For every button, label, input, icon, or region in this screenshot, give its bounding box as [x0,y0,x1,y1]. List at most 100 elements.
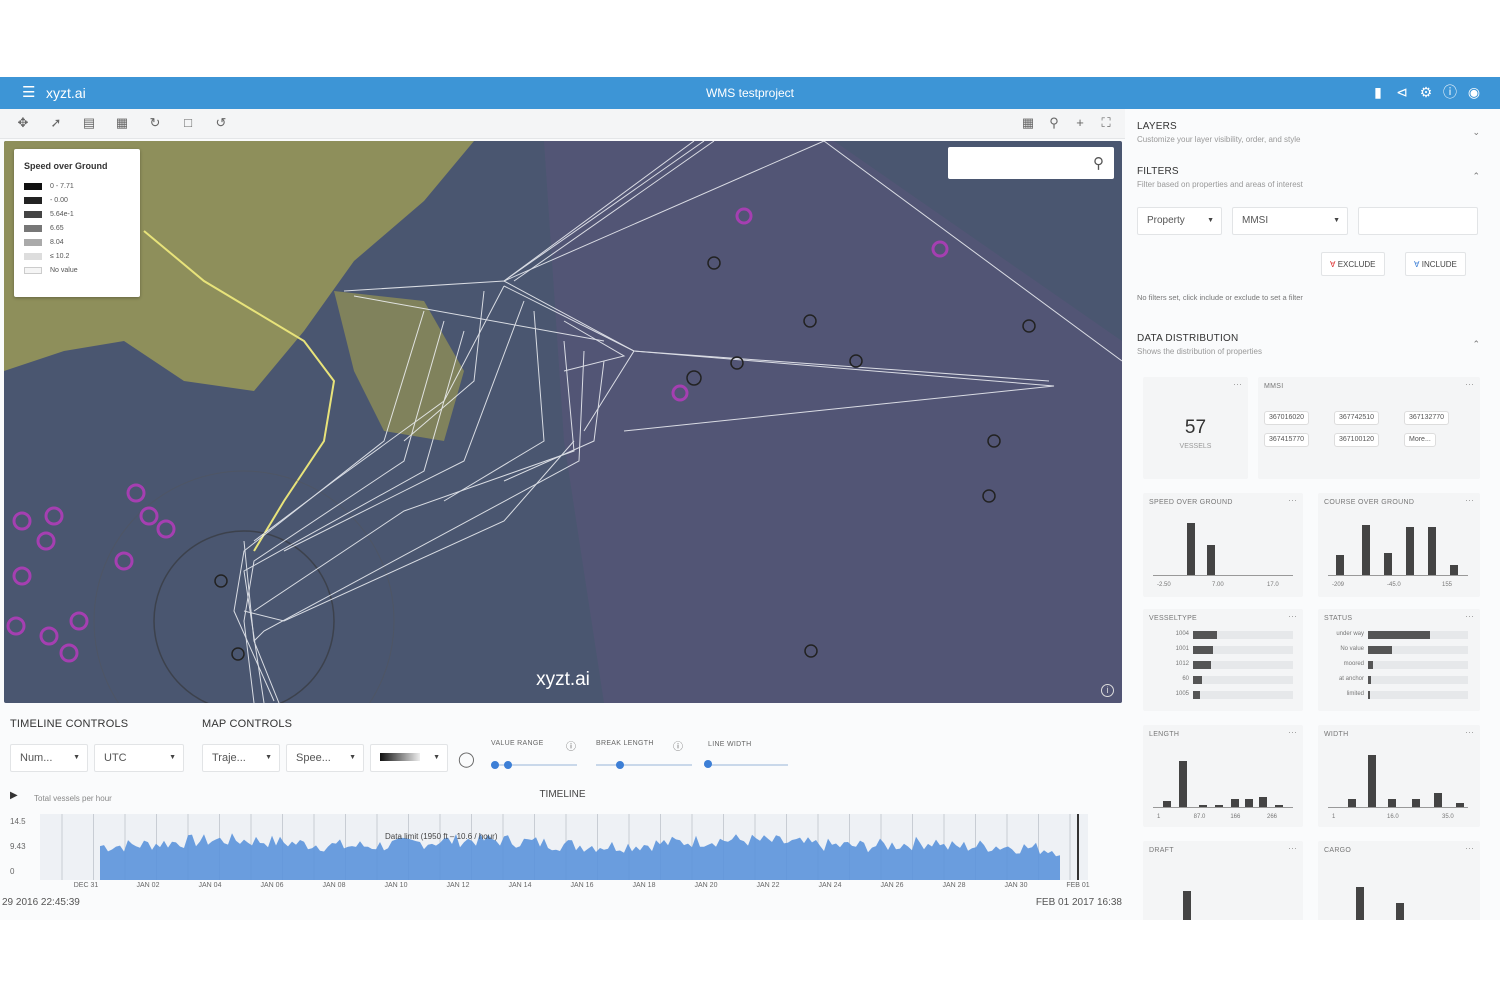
layers-section-header[interactable]: LAYERS Customize your layer visibility, … [1137,121,1300,144]
mmsi-chip[interactable]: 367415770 [1264,433,1310,447]
histogram-bar[interactable] [1231,799,1239,807]
edit-area-icon[interactable]: ▦ [113,115,131,131]
value-range-max-handle[interactable] [504,761,513,769]
histogram-bar[interactable] [1183,891,1191,920]
layers-grid-icon[interactable]: ▦ [1019,115,1037,131]
filters-section-header[interactable]: FILTERS Filter based on properties and a… [1137,166,1303,189]
timeline-x-tick: JAN 28 [942,882,966,889]
metric-select[interactable]: Num... ▼ [10,744,88,772]
more-options-icon[interactable]: ··· [1465,611,1474,621]
bar-track[interactable] [1368,631,1468,639]
search-icon[interactable]: ⚲ [1093,154,1104,172]
refresh-icon[interactable]: ↻ [146,115,164,131]
chevron-up-icon[interactable]: ⌃ [1472,339,1480,350]
bar-track[interactable] [1193,646,1293,654]
more-chip[interactable]: More... [1404,433,1436,447]
histogram-bar[interactable] [1187,523,1195,575]
share-icon[interactable]: ⊲ [1394,83,1410,101]
field-select[interactable]: MMSI ▼ [1232,207,1348,235]
fullscreen-icon[interactable]: ⛶ [1097,115,1115,131]
bookmark-icon[interactable]: ▮ [1370,83,1386,101]
line-width-handle[interactable] [704,760,713,768]
mmsi-chip[interactable]: 367742510 [1334,411,1380,425]
bar-track[interactable] [1368,676,1468,684]
histogram-bar[interactable] [1179,761,1187,807]
timezone-select[interactable]: UTC ▼ [94,744,184,772]
bar-track[interactable] [1193,631,1293,639]
map-view[interactable]: Speed over Ground 0 - 7.71 - 0.00 5.64e-1 6… [4,141,1122,703]
reset-icon[interactable]: ↺ [212,115,230,131]
histogram-bar[interactable] [1428,527,1436,575]
select-icon[interactable]: ➚ [47,115,65,131]
timeline-x-tick: JAN 06 [260,882,284,889]
zoom-icon[interactable]: ⚲ [1045,115,1063,131]
crop-icon[interactable]: □ [179,115,197,131]
histogram-bar[interactable] [1412,799,1420,807]
bar-fill [1193,646,1213,654]
account-icon[interactable]: ◉ [1466,83,1482,101]
info-icon[interactable]: i [1101,684,1114,697]
break-length-info-icon[interactable]: ⓘ [673,738,683,753]
more-options-icon[interactable]: ··· [1465,727,1474,737]
pan-icon[interactable]: ✥ [14,115,32,131]
map-search-input[interactable]: ⚲ [948,147,1114,179]
value-range-min-handle[interactable] [491,761,500,769]
histogram-bar[interactable] [1245,799,1253,807]
more-options-icon[interactable]: ··· [1288,495,1297,505]
brand-name[interactable]: xyzt.ai [46,85,86,101]
chevron-down-icon[interactable]: ⌄ [1472,127,1480,138]
mmsi-chip[interactable]: 367132770 [1404,411,1450,425]
more-options-icon[interactable]: ··· [1465,843,1474,853]
histogram-axis [1328,575,1468,576]
bar-track[interactable] [1368,661,1468,669]
more-options-icon[interactable]: ··· [1288,727,1297,737]
bar-track[interactable] [1193,691,1293,699]
bar-track[interactable] [1193,661,1293,669]
break-length-handle[interactable] [616,761,624,769]
histogram-bar[interactable] [1396,903,1404,920]
bar-label: 1012 [1175,661,1189,667]
timeline-chart[interactable] [40,814,1088,880]
histogram-bar[interactable] [1259,797,1267,807]
hamburger-menu-icon[interactable]: ☰ [22,85,35,101]
settings-gear-icon[interactable]: ⚙ [1418,83,1434,101]
histogram-bar[interactable] [1336,555,1344,575]
mmsi-chip[interactable]: 367100120 [1334,433,1380,447]
histogram-bar[interactable] [1406,527,1414,575]
bar-track[interactable] [1193,676,1293,684]
help-icon[interactable]: ⓘ [1442,83,1458,101]
bar-track[interactable] [1368,646,1468,654]
break-length-slider[interactable] [596,764,692,766]
more-options-icon[interactable]: ··· [1288,843,1297,853]
histogram-bar[interactable] [1362,525,1370,575]
more-options-icon[interactable]: ··· [1233,379,1242,389]
include-button[interactable]: ∀ INCLUDE [1405,252,1466,276]
filter-area-icon[interactable]: ▤ [80,115,98,131]
histogram-bar[interactable] [1450,565,1458,575]
line-width-slider[interactable] [704,764,788,766]
mmsi-chip[interactable]: 367016020 [1264,411,1310,425]
histogram-bar[interactable] [1207,545,1215,575]
histogram-bar[interactable] [1368,755,1376,807]
histogram-bar[interactable] [1384,553,1392,575]
histogram-bar[interactable] [1356,887,1364,920]
map-property-select[interactable]: Spee... ▼ [286,744,364,772]
more-options-icon[interactable]: ··· [1288,611,1297,621]
chevron-up-icon[interactable]: ⌃ [1472,171,1480,182]
property-select[interactable]: Property ▼ [1137,207,1222,235]
map-mode-select[interactable]: Traje... ▼ [202,744,280,772]
palette-icon[interactable]: ◯ [458,750,475,768]
distribution-section-header[interactable]: DATA DISTRIBUTION Shows the distribution… [1137,333,1262,356]
color-ramp-select[interactable]: ▼ [370,744,448,772]
more-options-icon[interactable]: ··· [1465,495,1474,505]
value-range-info-icon[interactable]: ⓘ [566,738,576,753]
map-mode-value: Traje... [212,752,246,764]
plus-icon[interactable]: + [1071,115,1089,131]
more-options-icon[interactable]: ··· [1465,379,1474,389]
histogram-bar[interactable] [1348,799,1356,807]
histogram-bar[interactable] [1434,793,1442,807]
filter-value-input[interactable] [1358,207,1478,235]
bar-track[interactable] [1368,691,1468,699]
exclude-button[interactable]: ∀ EXCLUDE [1321,252,1385,276]
histogram-bar[interactable] [1388,799,1396,807]
